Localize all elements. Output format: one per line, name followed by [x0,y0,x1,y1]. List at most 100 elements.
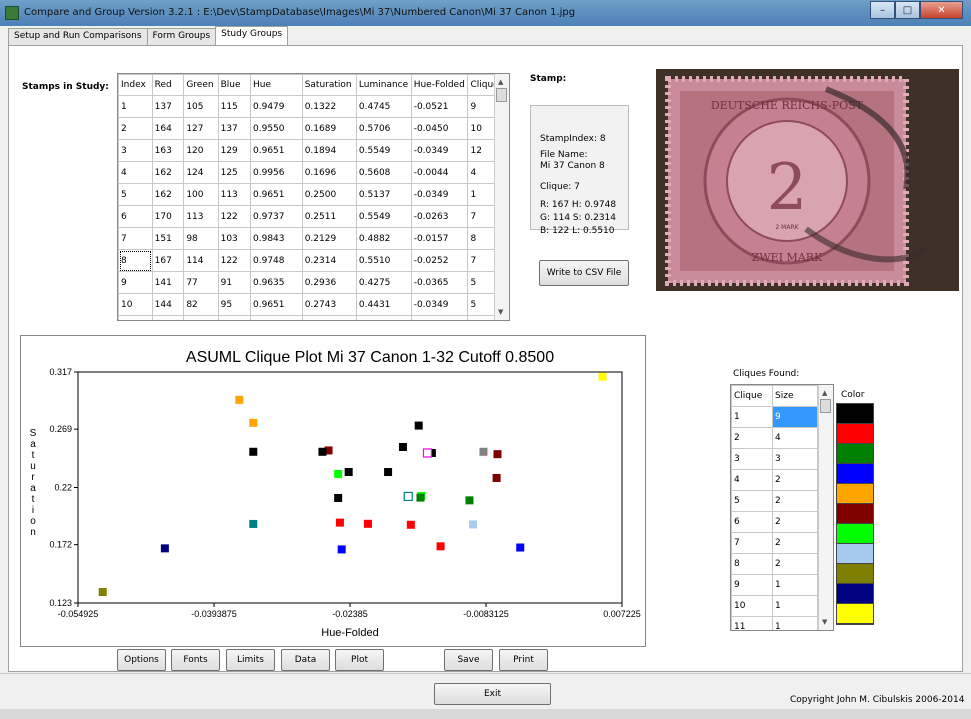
table-cell[interactable]: 91 [217,271,252,294]
table-cell[interactable]: 0.9843 [250,227,303,250]
clique-number[interactable]: 9 [731,574,773,596]
table-cell[interactable]: 2 [118,117,153,140]
clique-size[interactable]: 3 [772,448,818,470]
print-button[interactable]: Print [499,649,548,671]
exit-button[interactable]: Exit [434,683,551,705]
table-cell[interactable]: 122 [217,205,252,228]
table-cell[interactable]: 114 [183,249,219,272]
clique-size[interactable]: 1 [772,616,818,630]
table-cell[interactable]: 95 [217,293,252,316]
table-row[interactable]: 4 162 124 125 0.9956 0.1696 0.5608 -0.0044 4 [118,161,509,184]
table-cell[interactable]: -0.0349 [410,139,469,162]
table-row[interactable]: 3 163 120 129 0.9651 0.1894 0.5549 -0.0349 12 [118,139,509,162]
table-cell[interactable]: -0.0263 [410,205,469,228]
table-cell[interactable]: -0.0157 [410,227,469,250]
table-row[interactable]: 5 162 100 113 0.9651 0.2500 0.5137 -0.0349 1 [118,183,509,206]
table-cell[interactable]: 99 [183,315,219,320]
cliques-table[interactable]: Clique Size 1 9 2 4 3 3 4 2 5 2 6 2 7 2 8 2 9 1 10 1 11 1 ▲ ▼ [730,384,834,631]
table-cell[interactable]: 0.4275 [355,271,412,294]
table-cell[interactable]: -0.0349 [410,293,469,316]
table-cell[interactable]: 124 [183,161,219,184]
table-cell[interactable]: 8 [118,249,153,272]
clique-size[interactable]: 2 [772,553,818,575]
table-cell[interactable]: 0.9956 [250,161,303,184]
clique-row[interactable]: 42 [731,469,818,491]
table-cell[interactable]: 144 [151,293,185,316]
title-bar[interactable]: Compare and Group Version 3.2.1 : E:\Dev… [0,0,971,26]
minimize-icon[interactable]: – [870,1,895,19]
table-cell[interactable]: 0.2500 [301,183,357,206]
table-cell[interactable]: 120 [183,139,219,162]
table-row[interactable]: 7 151 98 103 0.9843 0.2129 0.4882 -0.0157 8 [118,227,509,250]
clique-number[interactable]: 3 [731,448,773,470]
clique-size[interactable]: 9 [772,406,818,428]
table-cell[interactable]: 0.9651 [250,183,303,206]
clique-row[interactable]: 33 [731,448,818,470]
stamps-table[interactable]: Index Red Green Blue Hue Saturation Luminance H… [117,73,510,321]
clique-row[interactable]: 24 [731,427,818,449]
table-cell[interactable]: 0.2129 [301,227,357,250]
table-cell[interactable]: 0.2936 [301,271,357,294]
table-row[interactable]: 2 164 127 137 0.9550 0.1689 0.5706 -0.0450 10 [118,117,509,140]
table-cell[interactable]: -0.0521 [410,95,469,118]
table-cell[interactable]: 98 [183,227,219,250]
scroll-down-icon[interactable]: ▼ [498,308,503,316]
column-header-red[interactable]: Red [151,74,185,96]
table-cell[interactable]: 125 [217,161,252,184]
fonts-button[interactable]: Fonts [171,649,220,671]
clique-number[interactable]: 10 [731,595,773,617]
table-cell[interactable]: 127 [183,117,219,140]
table-cell[interactable]: 10 [118,293,153,316]
table-cell[interactable]: -0.0450 [410,117,469,140]
table-cell[interactable]: 5 [118,183,153,206]
table-row[interactable]: 11152991070.97480.21120.4922-0.02521 [118,315,509,320]
table-cell[interactable]: 151 [151,227,185,250]
table-cell[interactable]: 0.9479 [250,95,303,118]
table-cell[interactable]: 0.5549 [355,205,412,228]
column-header-hue-folded[interactable]: Hue-Folded [410,74,469,96]
table-cell[interactable]: 77 [183,271,219,294]
column-header-blue[interactable]: Blue [217,74,252,96]
table-cell[interactable]: 0.9550 [250,117,303,140]
table-cell[interactable]: -0.0365 [410,271,469,294]
clique-number[interactable]: 11 [731,616,773,630]
table-cell[interactable]: 0.9737 [250,205,303,228]
table-cell[interactable]: 0.9651 [250,293,303,316]
table-cell[interactable]: 0.1322 [301,95,357,118]
table-cell[interactable]: 0.5608 [355,161,412,184]
scroll-up-icon[interactable]: ▲ [498,78,503,86]
table-cell[interactable]: 129 [217,139,252,162]
clique-size[interactable]: 2 [772,490,818,512]
table-cell[interactable]: 113 [217,183,252,206]
clique-number[interactable]: 5 [731,490,773,512]
table-cell[interactable]: 137 [217,117,252,140]
table-cell[interactable]: 152 [151,315,185,320]
table-cell[interactable]: -0.0252 [410,315,469,320]
table-cell[interactable]: 164 [151,117,185,140]
table-cell[interactable]: 0.1689 [301,117,357,140]
table-cell[interactable]: 0.4431 [355,293,412,316]
table-cell[interactable]: 0.2314 [301,249,357,272]
scroll-thumb[interactable] [820,399,831,413]
table-cell[interactable]: 0.9748 [250,249,303,272]
close-icon[interactable]: ✕ [920,1,963,19]
table-cell[interactable]: 0.5706 [355,117,412,140]
column-header-luminance[interactable]: Luminance [355,74,412,96]
table-cell[interactable]: 7 [118,227,153,250]
scroll-up-icon[interactable]: ▲ [822,389,827,397]
clique-row[interactable]: 11 1 [731,616,818,630]
table-cell[interactable]: 100 [183,183,219,206]
column-header-hue[interactable]: Hue [250,74,303,96]
clique-number[interactable]: 8 [731,553,773,575]
table-cell[interactable]: -0.0044 [410,161,469,184]
table-cell[interactable]: 107 [217,315,252,320]
clique-row[interactable]: 52 [731,490,818,512]
clique-number[interactable]: 4 [731,469,773,491]
table-cell[interactable]: 115 [217,95,252,118]
clique-number[interactable]: 1 [731,406,773,428]
table-cell[interactable]: 113 [183,205,219,228]
data-button[interactable]: Data [281,649,330,671]
table-cell[interactable]: 0.5549 [355,139,412,162]
column-header-green[interactable]: Green [183,74,219,96]
clique-size[interactable]: 2 [772,532,818,554]
